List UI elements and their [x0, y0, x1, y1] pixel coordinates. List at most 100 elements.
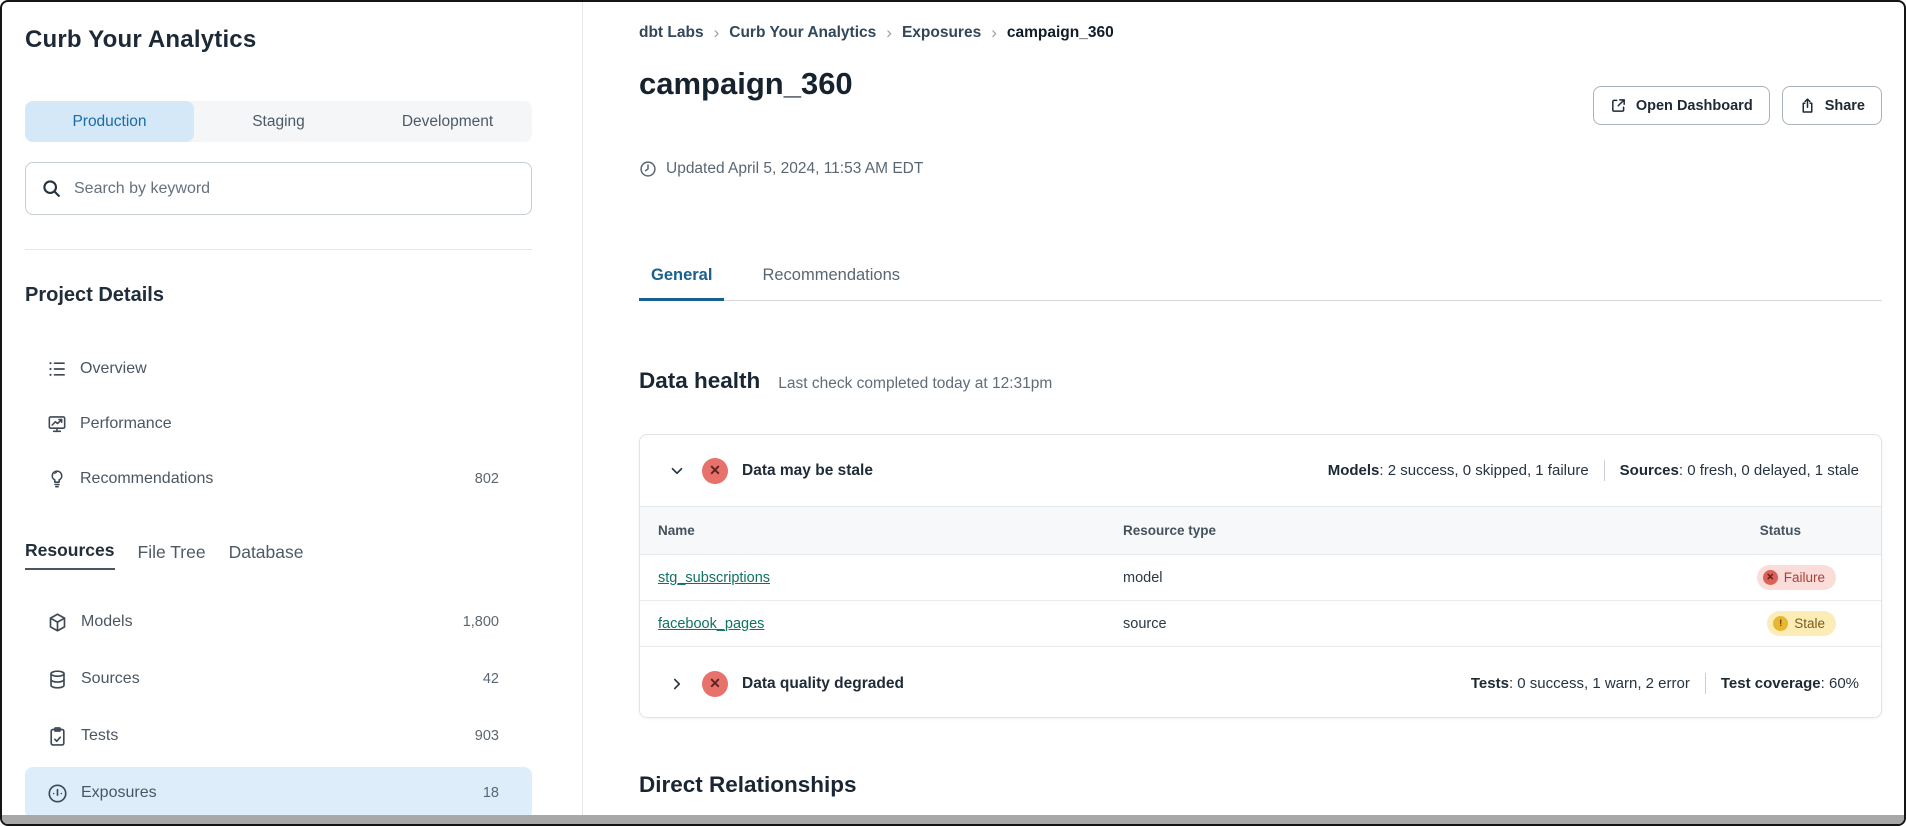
sidebar-item-sources[interactable]: Sources 42: [25, 653, 532, 705]
sidebar-item-performance[interactable]: Performance: [25, 409, 532, 439]
header-name: Name: [640, 507, 1105, 555]
sources-count: 42: [483, 671, 499, 687]
tab-general[interactable]: General: [639, 260, 724, 301]
sidebar-item-tests[interactable]: Tests 903: [25, 710, 532, 762]
app-window: Curb Your Analytics Production Staging D…: [0, 0, 1906, 826]
error-circle-icon: ✕: [702, 671, 728, 697]
sidebar-item-exposures[interactable]: Exposures 18: [25, 767, 532, 819]
exposures-count: 18: [483, 785, 499, 801]
chevron-down-icon[interactable]: [662, 456, 692, 486]
sidebar-item-overview[interactable]: Overview: [25, 354, 532, 384]
sidebar-item-label: Sources: [81, 670, 140, 688]
breadcrumb-current: campaign_360: [1007, 24, 1114, 42]
stale-resources-table: Name Resource type Status stg_subscripti…: [640, 506, 1881, 647]
env-tab-development[interactable]: Development: [363, 101, 532, 142]
error-circle-icon: ✕: [702, 458, 728, 484]
share-button[interactable]: Share: [1782, 86, 1882, 125]
updated-text: Updated April 5, 2024, 11:53 AM EDT: [666, 160, 923, 178]
share-label: Share: [1825, 98, 1865, 114]
resource-link[interactable]: stg_subscriptions: [658, 570, 770, 586]
recommendations-count: 802: [475, 471, 499, 487]
stale-section-row: ✕ Data may be stale Models: 2 success, 0…: [640, 435, 1881, 506]
clock-icon: [639, 160, 657, 178]
status-badge-failure: ✕ Failure: [1757, 565, 1836, 590]
quality-section-stats: Tests: 0 success, 1 warn, 2 error Test c…: [1471, 673, 1859, 694]
clipboard-check-icon: [47, 726, 68, 747]
status-label: Failure: [1784, 570, 1825, 585]
data-health-heading: Data health: [639, 368, 760, 394]
main-content: dbt Labs › Curb Your Analytics › Exposur…: [639, 2, 1882, 824]
tests-stat: Tests: 0 success, 1 warn, 2 error: [1471, 675, 1690, 692]
sources-stat: Sources: 0 fresh, 0 delayed, 1 stale: [1620, 462, 1859, 479]
tab-file-tree[interactable]: File Tree: [138, 542, 206, 570]
sidebar-item-label: Performance: [80, 415, 172, 433]
last-check-text: Last check completed today at 12:31pm: [778, 375, 1052, 393]
sidebar-item-label: Overview: [80, 360, 147, 378]
sidebar-item-label: Tests: [81, 727, 118, 745]
header-resource-type: Resource type: [1105, 507, 1581, 555]
chevron-right-icon: ›: [991, 23, 997, 43]
sidebar: Curb Your Analytics Production Staging D…: [25, 2, 532, 824]
share-icon: [1799, 97, 1816, 114]
tests-count: 903: [475, 728, 499, 744]
table-row: stg_subscriptions model ✕ Failure: [640, 555, 1881, 601]
stat-divider: [1604, 460, 1605, 481]
sidebar-item-label: Recommendations: [80, 470, 213, 488]
list-icon: [47, 359, 67, 379]
project-details-heading: Project Details: [25, 284, 164, 307]
header-actions: Open Dashboard Share: [1593, 86, 1882, 125]
quality-section-title: Data quality degraded: [742, 675, 904, 693]
open-dashboard-button[interactable]: Open Dashboard: [1593, 86, 1770, 125]
direct-relationships-heading: Direct Relationships: [639, 772, 857, 798]
warn-exclamation-icon: !: [1773, 616, 1788, 631]
resource-link[interactable]: facebook_pages: [658, 616, 764, 632]
env-tab-staging[interactable]: Staging: [194, 101, 363, 142]
failure-x-icon: ✕: [1763, 570, 1778, 585]
stale-section-title: Data may be stale: [742, 462, 873, 480]
status-badge-stale: ! Stale: [1767, 611, 1836, 636]
sidebar-item-models[interactable]: Models 1,800: [25, 596, 532, 648]
stat-divider: [1705, 673, 1706, 694]
models-stat: Models: 2 success, 0 skipped, 1 failure: [1328, 462, 1589, 479]
resource-view-tabs: Resources File Tree Database: [25, 540, 304, 570]
chevron-right-icon[interactable]: [662, 669, 692, 699]
data-health-card: ✕ Data may be stale Models: 2 success, 0…: [639, 434, 1882, 718]
project-details-list: Overview Performance: [25, 354, 532, 494]
breadcrumb-exposures[interactable]: Exposures: [902, 24, 981, 42]
sidebar-main-divider: [582, 2, 583, 824]
horizontal-scrollbar[interactable]: [2, 815, 1904, 824]
search-icon: [41, 178, 62, 199]
models-count: 1,800: [463, 614, 499, 630]
stale-section-stats: Models: 2 success, 0 skipped, 1 failure …: [1328, 460, 1859, 481]
breadcrumb-dbt-labs[interactable]: dbt Labs: [639, 24, 704, 42]
coverage-stat: Test coverage: 60%: [1721, 675, 1859, 692]
lightbulb-icon: [47, 469, 67, 489]
resource-type-cell: source: [1105, 601, 1581, 647]
gauge-icon: [47, 783, 68, 804]
tab-database[interactable]: Database: [229, 542, 304, 570]
data-health-header: Data health Last check completed today a…: [639, 368, 1052, 394]
env-tab-production[interactable]: Production: [25, 101, 194, 142]
status-label: Stale: [1794, 616, 1825, 631]
breadcrumb: dbt Labs › Curb Your Analytics › Exposur…: [639, 23, 1114, 43]
resources-list: Models 1,800 Sources 42: [25, 596, 532, 819]
sidebar-divider: [25, 249, 532, 250]
external-link-icon: [1610, 97, 1627, 114]
table-header-row: Name Resource type Status: [640, 507, 1881, 555]
header-status: Status: [1581, 507, 1881, 555]
tab-resources[interactable]: Resources: [25, 540, 115, 570]
sidebar-item-recommendations[interactable]: Recommendations 802: [25, 464, 532, 494]
project-title: Curb Your Analytics: [25, 26, 256, 54]
database-icon: [47, 669, 68, 690]
cube-icon: [47, 612, 68, 633]
page-title: campaign_360: [639, 66, 853, 102]
resource-type-cell: model: [1105, 555, 1581, 601]
search-box[interactable]: [25, 162, 532, 215]
environment-tabs: Production Staging Development: [25, 101, 532, 142]
table-row: facebook_pages source ! Stale: [640, 601, 1881, 647]
tab-recommendations[interactable]: Recommendations: [750, 260, 912, 301]
search-input[interactable]: [74, 180, 516, 198]
breadcrumb-project[interactable]: Curb Your Analytics: [729, 24, 876, 42]
updated-timestamp: Updated April 5, 2024, 11:53 AM EDT: [639, 160, 923, 178]
open-dashboard-label: Open Dashboard: [1636, 98, 1753, 114]
